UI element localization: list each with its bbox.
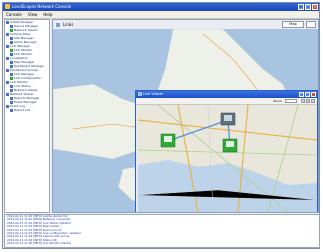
- link-map[interactable]: [138, 105, 317, 212]
- link-viewer-titlebar[interactable]: Link Viewer: [136, 91, 317, 98]
- network-node-gray[interactable]: [220, 112, 236, 126]
- link-viewer-title: Link Viewer: [143, 92, 164, 96]
- menu-bar: Console View Help: [3, 11, 319, 19]
- map-type-select[interactable]: Map: [282, 21, 304, 28]
- link-viewer-toolbar: Zoom: [136, 98, 317, 105]
- navigation-tree: Adsite Manager Device Manager Network View…: [4, 19, 50, 213]
- app-window: LandScapes Network Console _ □ × Console…: [2, 2, 320, 249]
- link-viewer-window: Link Viewer Zoom: [135, 90, 318, 212]
- link-viewer-icon: [138, 92, 142, 96]
- toolbar-button-2[interactable]: [306, 99, 310, 103]
- toolbar-button-3[interactable]: [311, 99, 315, 103]
- window-title: LandScapes Network Console: [12, 4, 72, 9]
- network-node-green-right[interactable]: [222, 138, 238, 153]
- toolbar-button-1[interactable]: [301, 99, 305, 103]
- app-icon: [5, 4, 10, 9]
- link-viewer-minimize-button[interactable]: [299, 92, 304, 97]
- menu-console[interactable]: Console: [6, 11, 22, 18]
- tree-item[interactable]: Report List: [5, 108, 49, 112]
- window-titlebar[interactable]: LandScapes Network Console _ □ ×: [3, 3, 319, 11]
- zoom-slider[interactable]: [285, 99, 297, 103]
- tree-node-icon: [10, 108, 13, 112]
- link-viewer-maximize-button[interactable]: [305, 92, 310, 97]
- link-viewer-close-button[interactable]: [311, 92, 316, 97]
- maximize-button[interactable]: □: [305, 4, 311, 10]
- map-panel: Links Map Link Viewer Zoom: [52, 19, 319, 213]
- tree-item-label: Report List: [14, 108, 31, 112]
- minimize-button[interactable]: _: [298, 4, 304, 10]
- menu-help[interactable]: Help: [43, 11, 52, 18]
- zoom-label: Zoom: [273, 99, 282, 103]
- network-node-green-left[interactable]: [160, 133, 176, 148]
- menu-view[interactable]: View: [28, 11, 38, 18]
- map-zoom-button[interactable]: [306, 21, 316, 28]
- log-row: 2012-04-11 11:05 [INFO] Link Monitor sta…: [7, 241, 72, 246]
- close-button[interactable]: ×: [312, 4, 318, 10]
- event-log: 2012-04-11 11:00 [INFO] Adsite started O…: [4, 214, 320, 248]
- map-panel-icon: [56, 23, 60, 27]
- map-panel-title: Links: [63, 22, 74, 27]
